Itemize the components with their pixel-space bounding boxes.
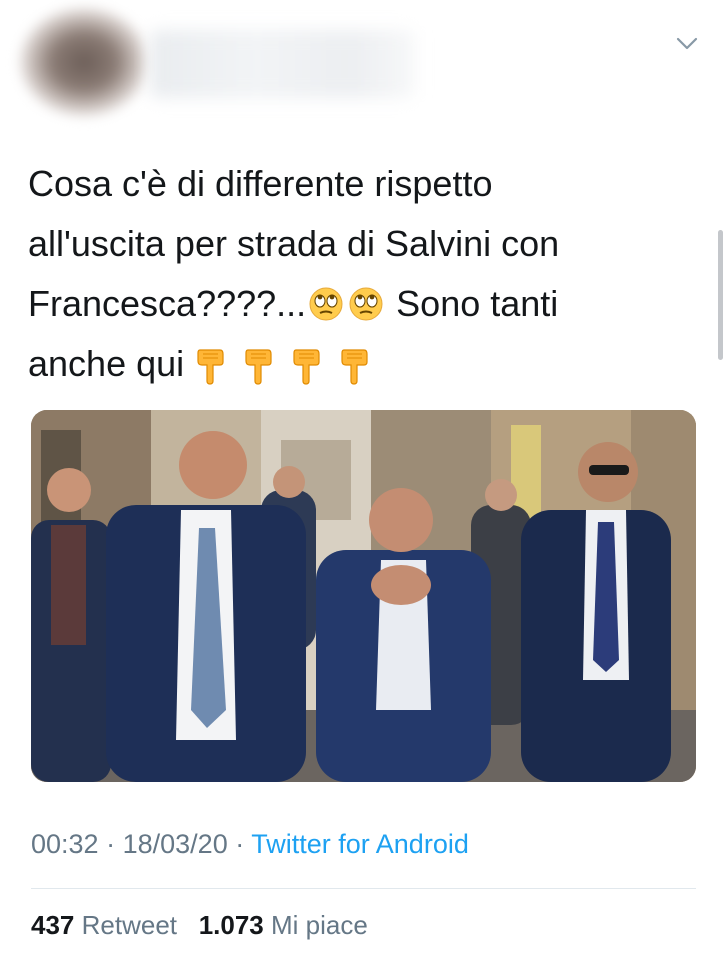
pointing-down-emoji-icon	[245, 349, 272, 385]
retweets-stat[interactable]: 437 Retweet	[31, 910, 177, 940]
tweet-text-fragment: Francesca????...	[28, 283, 307, 324]
author-name-redacted	[150, 30, 415, 98]
tweet-time: 00:32	[31, 829, 99, 859]
tweet-source-link[interactable]: Twitter for Android	[251, 829, 469, 859]
likes-count: 1.073	[198, 910, 264, 940]
divider	[31, 888, 696, 889]
tweet-date: 18/03/20	[122, 829, 228, 859]
tweet-text-line: all'uscita per strada di Salvini con	[28, 223, 560, 264]
tweet-text-line: Cosa c'è di differente rispetto	[28, 163, 493, 204]
tweet-header	[0, 0, 726, 120]
pointing-down-emoji-icon	[197, 349, 224, 385]
tweet-text-fragment: anche qui	[28, 343, 185, 384]
avatar[interactable]	[20, 8, 148, 116]
tweet-text-line: anche qui	[28, 334, 668, 394]
tweet-stats: 437 Retweet 1.073 Mi piace	[31, 910, 368, 941]
pointing-down-emoji-icon	[341, 349, 368, 385]
retweets-label: Retweet	[81, 910, 178, 940]
likes-label: Mi piace	[271, 910, 368, 940]
retweets-count: 437	[31, 910, 75, 940]
rolling-eyes-emoji-icon	[349, 287, 383, 321]
chevron-down-icon[interactable]	[676, 36, 698, 52]
photo-illustration	[31, 410, 696, 782]
tweet-text: Cosa c'è di differente rispetto all'usci…	[28, 154, 668, 394]
rolling-eyes-emoji-icon	[309, 287, 343, 321]
tweet-text-fragment: Sono tanti	[396, 283, 559, 324]
likes-stat[interactable]: 1.073 Mi piace	[199, 910, 368, 940]
meta-separator: ·	[235, 829, 245, 859]
tweet-photo[interactable]	[31, 410, 696, 782]
scrollbar[interactable]	[718, 230, 723, 360]
pointing-down-emoji-icon	[293, 349, 320, 385]
meta-separator: ·	[106, 829, 116, 859]
tweet-text-line: Francesca????... Sono tanti	[28, 274, 668, 334]
tweet-meta: 00:32 · 18/03/20 · Twitter for Android	[31, 829, 469, 860]
